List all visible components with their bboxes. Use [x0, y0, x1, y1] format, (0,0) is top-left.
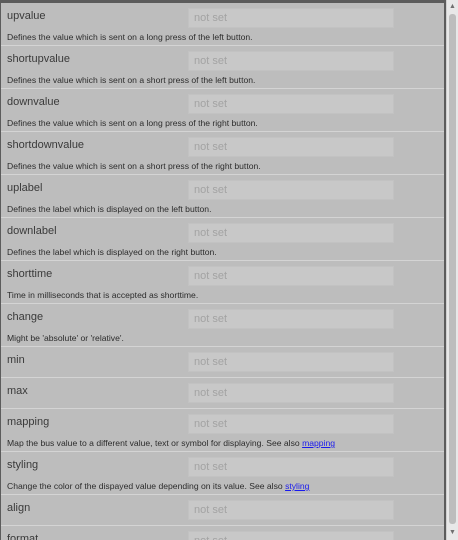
property-description: Time in milliseconds that is accepted as…: [7, 290, 199, 300]
property-row-styling: styling Change the color of the dispayed…: [1, 452, 444, 495]
property-description: Map the bus value to a different value, …: [7, 438, 335, 448]
property-row-align: align: [1, 495, 444, 526]
property-description: Defines the value which is sent on a sho…: [7, 75, 256, 85]
description-text: Change the color of the dispayed value d…: [7, 481, 286, 491]
property-name: min: [7, 354, 25, 366]
align-input[interactable]: [188, 500, 394, 520]
arrow-down-icon[interactable]: ▼: [447, 527, 458, 539]
property-name: downlabel: [7, 225, 57, 237]
property-name: format: [7, 533, 39, 540]
property-row-shortdownvalue: shortdownvalue Defines the value which i…: [1, 132, 444, 175]
upvalue-input[interactable]: [188, 8, 394, 28]
property-name: change: [7, 311, 44, 323]
property-list: upvalue Defines the value which is sent …: [1, 3, 444, 540]
property-row-shortupvalue: shortupvalue Defines the value which is …: [1, 46, 444, 89]
shortupvalue-input[interactable]: [188, 51, 394, 71]
property-row-uplabel: uplabel Defines the label which is displ…: [1, 175, 444, 218]
downlabel-input[interactable]: [188, 223, 394, 243]
property-row-downvalue: downvalue Defines the value which is sen…: [1, 89, 444, 132]
property-description: Might be 'absolute' or 'relative'.: [7, 333, 124, 343]
property-description: Defines the value which is sent on a lon…: [7, 32, 253, 42]
mapping-link[interactable]: mapping: [302, 438, 335, 448]
property-row-downlabel: downlabel Defines the label which is dis…: [1, 218, 444, 261]
uplabel-input[interactable]: [188, 180, 394, 200]
property-name: max: [7, 385, 28, 397]
shortdownvalue-input[interactable]: [188, 137, 394, 157]
property-row-shorttime: shorttime Time in milliseconds that is a…: [1, 261, 444, 304]
property-row-upvalue: upvalue Defines the value which is sent …: [1, 3, 444, 46]
change-input[interactable]: [188, 309, 394, 329]
property-name: upvalue: [7, 10, 46, 22]
property-description: Defines the value which is sent on a sho…: [7, 161, 261, 171]
property-name: align: [7, 502, 31, 514]
property-name: shortupvalue: [7, 53, 70, 65]
property-description: Defines the value which is sent on a lon…: [7, 118, 258, 128]
property-row-min: min: [1, 347, 444, 378]
property-row-format: format: [1, 526, 444, 540]
property-name: styling: [7, 459, 39, 471]
description-text: Map the bus value to a different value, …: [7, 438, 303, 448]
property-row-change: change Might be 'absolute' or 'relative'…: [1, 304, 444, 347]
property-name: uplabel: [7, 182, 43, 194]
shorttime-input[interactable]: [188, 266, 394, 286]
property-name: downvalue: [7, 96, 60, 108]
min-input[interactable]: [188, 352, 394, 372]
property-description: Change the color of the dispayed value d…: [7, 481, 309, 491]
arrow-up-icon[interactable]: ▲: [447, 1, 458, 13]
property-description: Defines the label which is displayed on …: [7, 204, 212, 214]
property-row-max: max: [1, 378, 444, 409]
mapping-input[interactable]: [188, 414, 394, 434]
downvalue-input[interactable]: [188, 94, 394, 114]
format-input[interactable]: [188, 531, 394, 540]
styling-input[interactable]: [188, 457, 394, 477]
property-description: Defines the label which is displayed on …: [7, 247, 217, 257]
scrollbar-thumb[interactable]: [449, 14, 456, 524]
vertical-scrollbar[interactable]: ▲ ▼: [446, 0, 458, 540]
property-name: shortdownvalue: [7, 139, 85, 151]
max-input[interactable]: [188, 383, 394, 403]
property-name: shorttime: [7, 268, 53, 280]
property-editor-window: upvalue Defines the value which is sent …: [0, 0, 458, 540]
property-row-mapping: mapping Map the bus value to a different…: [1, 409, 444, 452]
styling-link[interactable]: styling: [285, 481, 309, 491]
property-name: mapping: [7, 416, 50, 428]
